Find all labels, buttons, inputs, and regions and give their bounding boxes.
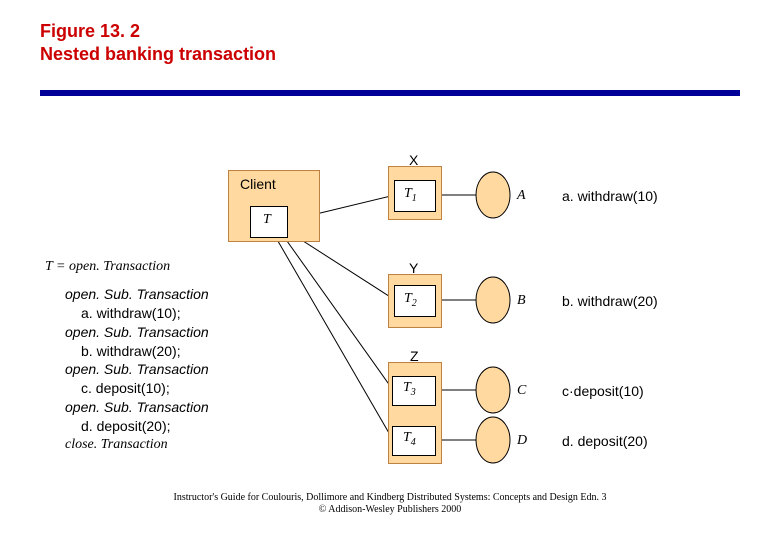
code-sub-1: open. Sub. Transaction: [65, 285, 209, 304]
code-sub-2: open. Sub. Transaction: [65, 323, 209, 342]
diagram-stage: Figure 13. 2 Nested banking transaction …: [0, 0, 780, 540]
footer-line-2: © Addison-Wesley Publishers 2000: [319, 504, 462, 515]
op-B: b. withdraw(20): [562, 293, 658, 309]
code-l3: c. deposit(10);: [81, 379, 209, 398]
code-l1: a. withdraw(10);: [81, 304, 209, 323]
client-label: Client: [240, 176, 276, 192]
obj-D-label: D: [517, 433, 527, 449]
t3-label: T3: [403, 380, 416, 398]
t1-label: T1: [404, 186, 417, 204]
op-D: d. deposit(20): [562, 433, 648, 449]
footer: Instructor's Guide for Coulouris, Dollim…: [0, 492, 780, 516]
code-l2: b. withdraw(20);: [81, 342, 209, 361]
code-open-transaction: T = open. Transaction: [45, 258, 209, 277]
obj-B-label: B: [517, 293, 526, 309]
site-y-label: Y: [409, 260, 418, 276]
code-block: T = open. Transaction open. Sub. Transac…: [45, 258, 209, 455]
obj-C-label: C: [517, 383, 526, 399]
code-close: close. Transaction: [65, 436, 209, 455]
obj-A-label: A: [517, 188, 526, 204]
t4-label: T4: [403, 430, 416, 448]
code-sub-4: open. Sub. Transaction: [65, 398, 209, 417]
site-x-label: X: [409, 152, 418, 168]
site-z-label: Z: [410, 348, 419, 364]
code-sub-3: open. Sub. Transaction: [65, 360, 209, 379]
code-l4: d. deposit(20);: [81, 417, 209, 436]
t-label: T: [263, 212, 271, 228]
t2-label: T2: [404, 291, 417, 309]
footer-line-1: Instructor's Guide for Coulouris, Dollim…: [174, 492, 607, 503]
op-C: c·deposit(10): [562, 383, 644, 399]
op-A: a. withdraw(10): [562, 188, 658, 204]
